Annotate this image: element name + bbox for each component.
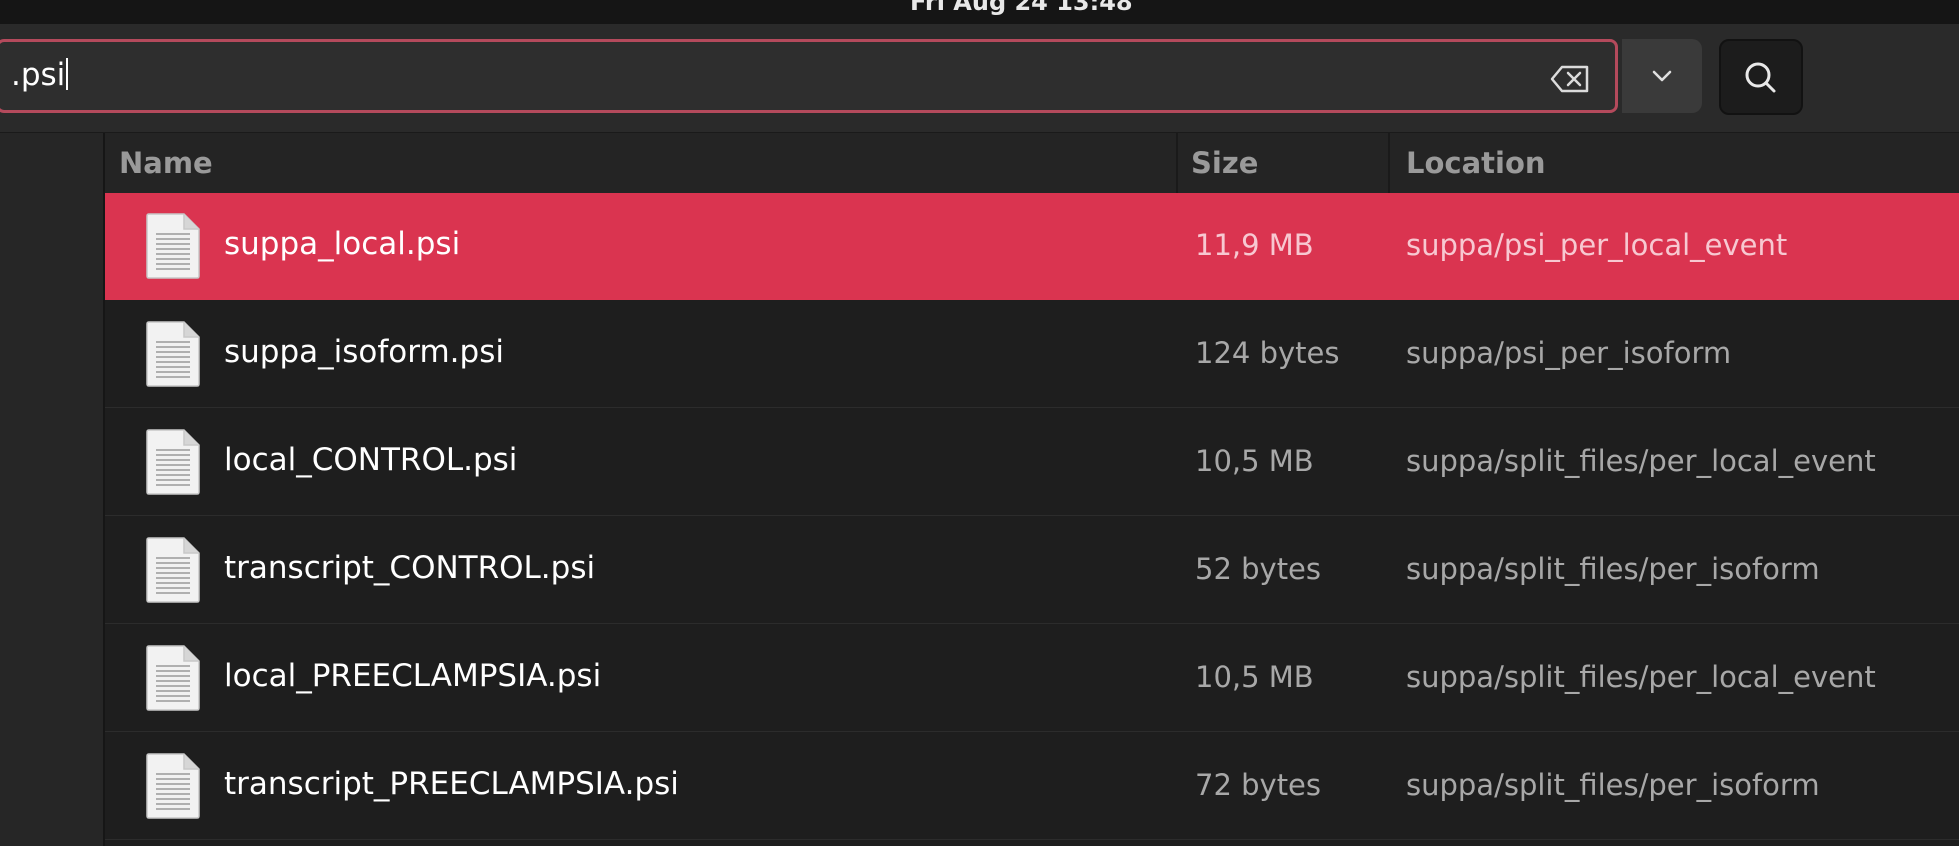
file-name: local_CONTROL.psi (224, 442, 518, 478)
file-name: transcript_CONTROL.psi (224, 550, 596, 586)
column-header-name[interactable]: Name (119, 146, 213, 180)
search-query-text[interactable]: .psi (11, 57, 69, 93)
file-location: suppa/psi_per_isoform (1406, 336, 1732, 370)
text-file-icon (144, 752, 201, 820)
file-size: 124 bytes (1195, 336, 1340, 370)
file-size: 11,9 MB (1195, 228, 1314, 262)
chevron-down-icon (1652, 70, 1672, 82)
file-location: suppa/split_files/per_isoform (1406, 768, 1820, 802)
file-row[interactable]: suppa_local.psi 11,9 MB suppa/psi_per_lo… (105, 193, 1959, 300)
file-location: suppa/split_files/per_local_event (1406, 444, 1876, 478)
search-options-dropdown-button[interactable] (1622, 39, 1702, 113)
file-location: suppa/split_files/per_local_event (1406, 660, 1876, 694)
file-name: suppa_local.psi (224, 226, 461, 262)
file-size: 10,5 MB (1195, 444, 1314, 478)
file-size: 72 bytes (1195, 768, 1322, 802)
file-name: suppa_isoform.psi (224, 334, 504, 370)
search-input[interactable]: .psi (0, 39, 1618, 113)
file-row[interactable]: transcript_PREECLAMPSIA.psi 72 bytes sup… (105, 733, 1959, 840)
text-file-icon (144, 644, 201, 712)
column-header-size[interactable]: Size (1191, 146, 1258, 180)
file-row[interactable]: local_CONTROL.psi 10,5 MB suppa/split_fi… (105, 409, 1959, 516)
magnifier-icon (1745, 62, 1776, 93)
clock[interactable]: Fri Aug 24 13:48 (910, 0, 1133, 16)
file-row[interactable]: transcript_CONTROL.psi 52 bytes suppa/sp… (105, 517, 1959, 624)
column-divider[interactable] (1176, 133, 1178, 193)
sidebar (0, 133, 105, 846)
clear-search-icon[interactable] (1548, 62, 1592, 96)
search-toolbar: .psi (0, 24, 1959, 133)
search-query-value: .psi (11, 57, 66, 93)
file-location: suppa/split_files/per_isoform (1406, 552, 1820, 586)
file-name: transcript_PREECLAMPSIA.psi (224, 766, 679, 802)
file-size: 52 bytes (1195, 552, 1322, 586)
text-file-icon (144, 212, 201, 280)
column-divider[interactable] (1388, 133, 1390, 193)
file-size: 10,5 MB (1195, 660, 1314, 694)
file-row[interactable]: suppa_isoform.psi 124 bytes suppa/psi_pe… (105, 301, 1959, 408)
text-caret (66, 58, 69, 90)
file-name: local_PREECLAMPSIA.psi (224, 658, 602, 694)
text-file-icon (144, 320, 201, 388)
search-button[interactable] (1719, 39, 1803, 115)
column-header-row: Name Size Location (105, 133, 1959, 194)
text-file-icon (144, 536, 201, 604)
file-location: suppa/psi_per_local_event (1406, 228, 1788, 262)
search-results-list: Name Size Location suppa_local.psi 11,9 … (105, 133, 1959, 846)
text-file-icon (144, 428, 201, 496)
top-bar: Fri Aug 24 13:48 (0, 0, 1959, 24)
column-header-location[interactable]: Location (1406, 146, 1546, 180)
file-row[interactable]: local_PREECLAMPSIA.psi 10,5 MB suppa/spl… (105, 625, 1959, 732)
